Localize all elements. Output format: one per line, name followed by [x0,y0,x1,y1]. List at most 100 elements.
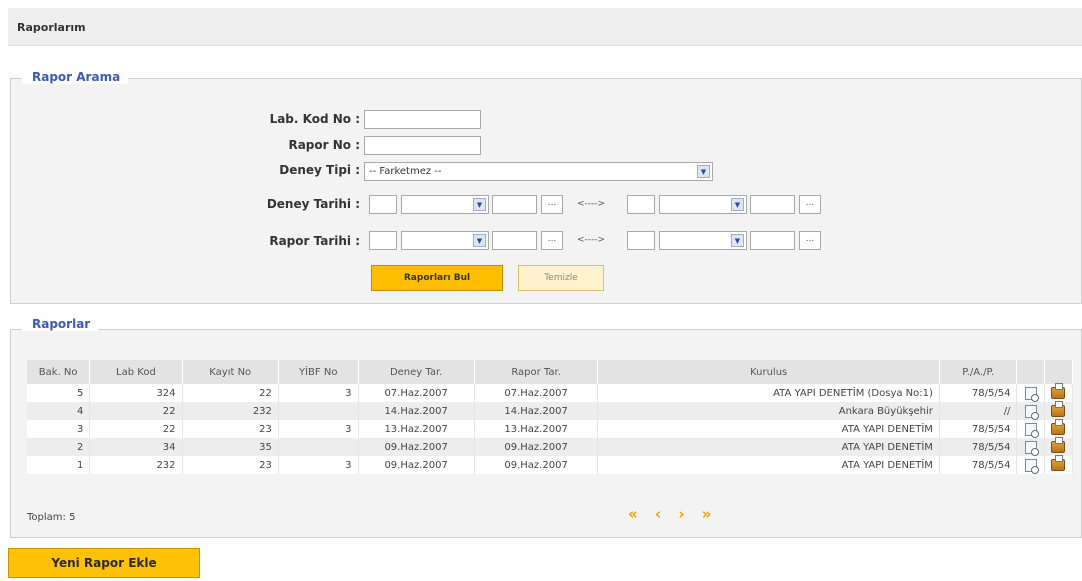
last-page-button[interactable]: » [702,505,712,523]
print-icon[interactable] [1051,419,1066,435]
total-count: Toplam: 5 [27,512,76,523]
search-legend: Rapor Arama [22,70,129,84]
rapor-tarihi-from-day[interactable] [369,231,397,250]
rapor-tarihi-to-picker[interactable]: ... [799,231,821,250]
report-view-icon[interactable] [1024,458,1039,474]
table-row: 5 324 22 3 07.Haz.2007 07.Haz.2007 ATA YAPI DE… [27,383,1074,402]
report-view-icon[interactable] [1024,386,1039,402]
cell-lab: 232 [89,456,183,474]
rapor-tarihi-from-month[interactable]: ▼ [401,231,489,250]
prev-page-button[interactable]: ‹ [655,505,661,523]
cell-kayit: 232 [182,402,279,420]
deney-tarihi-from-picker[interactable]: ... [541,195,563,214]
rapor-tarihi-to-year[interactable] [750,231,795,250]
col-header[interactable]: Kayıt No [182,360,279,384]
add-report-button[interactable]: Yeni Rapor Ekle [8,548,200,578]
col-header[interactable]: YİBF No [278,360,359,384]
cell-bak: 4 [27,402,91,420]
print-cell [1044,401,1074,420]
cell-yibf: 3 [278,456,359,474]
cell-rapor: 09.Haz.2007 [474,456,599,474]
rapor-no-input[interactable] [364,136,481,155]
deney-tipi-select[interactable]: -- Farketmez -- ▼ [364,162,713,181]
chevron-down-icon: ▼ [731,234,744,247]
cell-kayit: 23 [182,420,279,438]
clear-button[interactable]: Temizle [518,265,604,291]
col-header[interactable]: Deney Tar. [358,360,475,384]
cell-yibf [278,402,359,420]
next-page-button[interactable]: › [678,505,684,523]
cell-bak: 2 [27,438,91,456]
col-header[interactable]: P./A./P. [939,360,1018,384]
rapor-tarihi-to-day[interactable] [627,231,655,250]
rapor-tarihi-from-year[interactable] [492,231,537,250]
table-row: 2 34 35 09.Haz.2007 09.Haz.2007 ATA YAPI DENE… [27,437,1074,456]
view-cell [1016,402,1045,420]
cell-yibf [278,438,359,456]
cell-kayit: 22 [182,384,279,402]
deney-tarihi-from-month[interactable]: ▼ [401,195,489,214]
cell-deney: 09.Haz.2007 [358,438,475,456]
cell-kurulus: ATA YAPI DENETİM [597,456,940,474]
cell-pap: 78/5/54 [939,438,1018,456]
view-cell [1016,456,1045,474]
deney-tarihi-from-day[interactable] [369,195,397,214]
cell-kurulus: ATA YAPI DENETİM [597,438,940,456]
table-row: 4 22 232 14.Haz.2007 14.Haz.2007 Ankara Büyük… [27,401,1074,420]
cell-kurulus: Ankara Büyükşehir [597,402,940,420]
cell-bak: 5 [27,384,91,402]
print-icon[interactable] [1051,383,1066,399]
col-header[interactable]: Bak. No [27,360,91,384]
cell-bak: 3 [27,420,91,438]
results-legend: Raporlar [22,317,99,331]
lab-kod-label: Lab. Kod No : [269,112,360,126]
cell-yibf: 3 [278,384,359,402]
col-header[interactable]: Kurulus [597,360,940,384]
report-view-icon[interactable] [1024,404,1039,420]
page-title: Raporlarım [8,8,1082,46]
chevron-down-icon: ▼ [473,234,486,247]
deney-tarihi-to-day[interactable] [627,195,655,214]
col-header-view [1016,360,1045,384]
reports-table: Bak. No Lab Kod Kayıt No YİBF No Deney T… [27,360,1074,474]
deney-tarihi-from-year[interactable] [492,195,537,214]
print-icon[interactable] [1051,401,1066,417]
print-cell [1044,437,1074,456]
deney-tarihi-to-year[interactable] [750,195,795,214]
cell-bak: 1 [27,456,91,474]
cell-kurulus: ATA YAPI DENETİM (Dosya No:1) [597,384,940,402]
cell-lab: 324 [89,384,183,402]
cell-pap: 78/5/54 [939,384,1018,402]
report-view-icon[interactable] [1024,440,1039,456]
chevron-down-icon: ▼ [697,165,710,178]
lab-kod-input[interactable] [364,110,481,129]
cell-lab: 34 [89,438,183,456]
rapor-tarihi-to-month[interactable]: ▼ [659,231,747,250]
rapor-tarihi-from-picker[interactable]: ... [541,231,563,250]
report-view-icon[interactable] [1024,422,1039,438]
cell-pap: // [939,402,1018,420]
cell-deney: 07.Haz.2007 [358,384,475,402]
table-row: 1 232 23 3 09.Haz.2007 09.Haz.2007 ATA YAPI DE… [27,455,1074,474]
cell-rapor: 07.Haz.2007 [474,384,599,402]
deney-tipi-label: Deney Tipi : [279,163,360,177]
deney-tarihi-to-picker[interactable]: ... [799,195,821,214]
cell-rapor: 14.Haz.2007 [474,402,599,420]
deney-tipi-value: -- Farketmez -- [369,166,442,177]
cell-kurulus: ATA YAPI DENETİM [597,420,940,438]
cell-deney: 14.Haz.2007 [358,402,475,420]
print-icon[interactable] [1051,455,1066,471]
cell-deney: 09.Haz.2007 [358,456,475,474]
cell-lab: 22 [89,402,183,420]
cell-pap: 78/5/54 [939,420,1018,438]
cell-lab: 22 [89,420,183,438]
deney-tarihi-label: Deney Tarihi : [266,197,360,211]
find-reports-button[interactable]: Raporları Bul [371,265,503,291]
col-header[interactable]: Lab Kod [89,360,183,384]
first-page-button[interactable]: « [628,505,638,523]
deney-tarihi-to-month[interactable]: ▼ [659,195,747,214]
col-header[interactable]: Rapor Tar. [474,360,599,384]
print-icon[interactable] [1051,437,1066,453]
print-cell [1044,419,1074,438]
cell-kayit: 23 [182,456,279,474]
